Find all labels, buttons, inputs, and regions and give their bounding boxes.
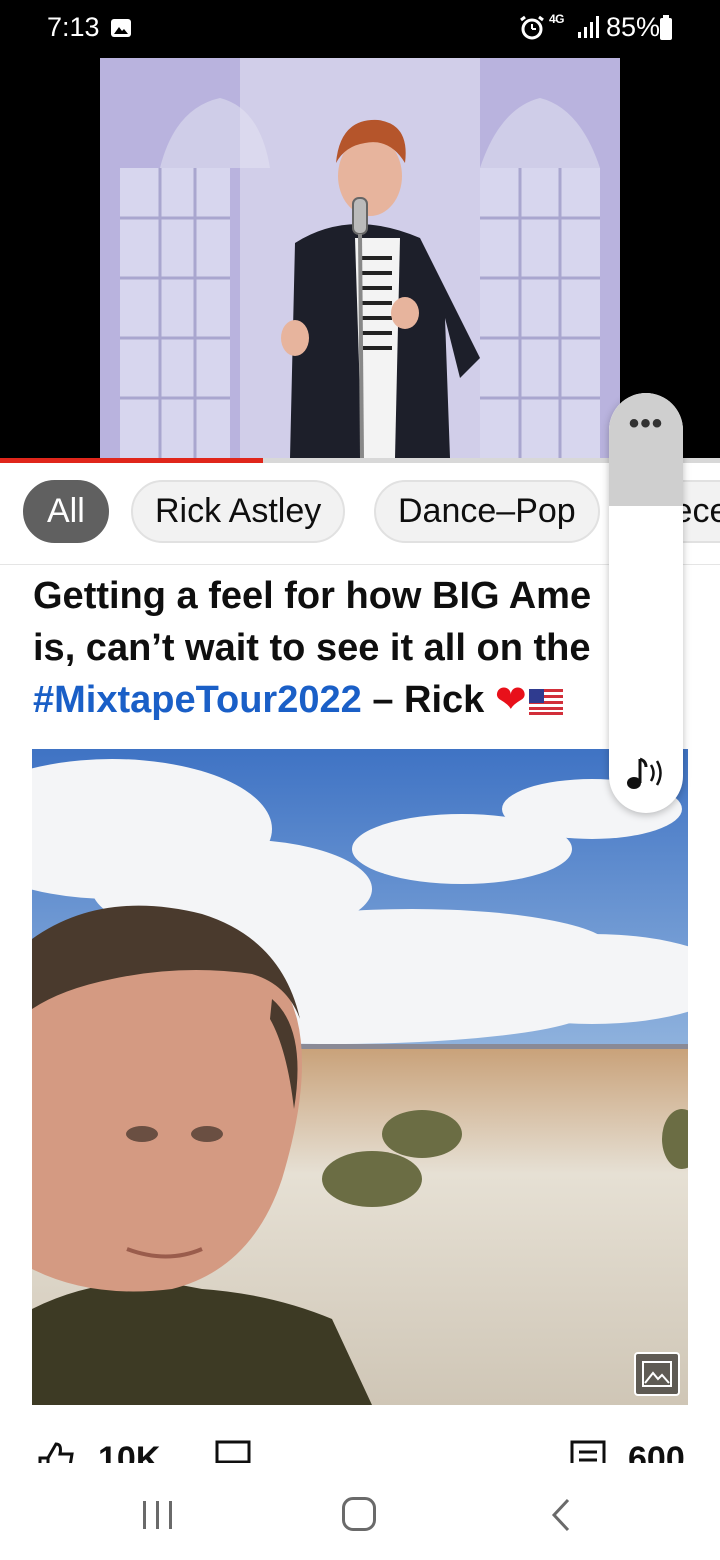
us-flag-icon <box>528 689 563 715</box>
post-line-3: #MixtapeTour2022 – Rick ❤ <box>33 674 633 726</box>
post-actions-row: 10K 600 <box>0 1430 720 1463</box>
image-notification-icon <box>111 19 131 37</box>
post-line-1: Getting a feel for how BIG Ame <box>33 575 592 617</box>
panel-drag-handle[interactable]: ••• <box>609 393 683 506</box>
recent-apps-icon[interactable] <box>140 1499 176 1531</box>
home-icon[interactable] <box>342 1497 376 1531</box>
network-type: 4G <box>549 12 565 26</box>
comments-icon[interactable] <box>570 1440 606 1463</box>
comment-count: 600 <box>628 1440 685 1463</box>
post-signoff: – Rick <box>361 679 495 721</box>
post-text: Getting a feel for how BIG Ame is, can’t… <box>33 570 633 726</box>
status-time: 7:13 <box>47 12 100 42</box>
audio-note-icon[interactable] <box>622 753 670 793</box>
floating-audio-panel[interactable]: ••• <box>609 393 683 813</box>
like-count: 10K <box>98 1440 161 1463</box>
post-image[interactable] <box>32 749 688 1405</box>
chip-dance-pop[interactable]: Dance–Pop <box>374 480 600 543</box>
more-horizontal-icon[interactable]: ••• <box>609 409 683 439</box>
chip-all[interactable]: All <box>23 480 109 543</box>
alarm-icon <box>520 15 544 40</box>
video-frame <box>100 58 620 458</box>
battery-icon <box>660 15 672 40</box>
post-line-2: is, can’t wait to see it all on the <box>33 627 591 669</box>
system-nav-bar <box>0 1463 720 1560</box>
chip-rick-astley[interactable]: Rick Astley <box>131 480 346 543</box>
hashtag-link[interactable]: #MixtapeTour2022 <box>33 679 362 721</box>
signal-icon <box>578 16 599 38</box>
back-icon[interactable] <box>548 1497 574 1533</box>
battery-percent: 85% <box>606 12 661 42</box>
video-player[interactable] <box>0 58 720 462</box>
heart-emoji: ❤ <box>494 679 527 721</box>
dislike-icon[interactable] <box>213 1440 253 1463</box>
image-gallery-icon[interactable] <box>634 1352 680 1396</box>
status-bar: 7:13 4G 85% <box>0 0 720 58</box>
like-icon[interactable] <box>36 1440 76 1463</box>
